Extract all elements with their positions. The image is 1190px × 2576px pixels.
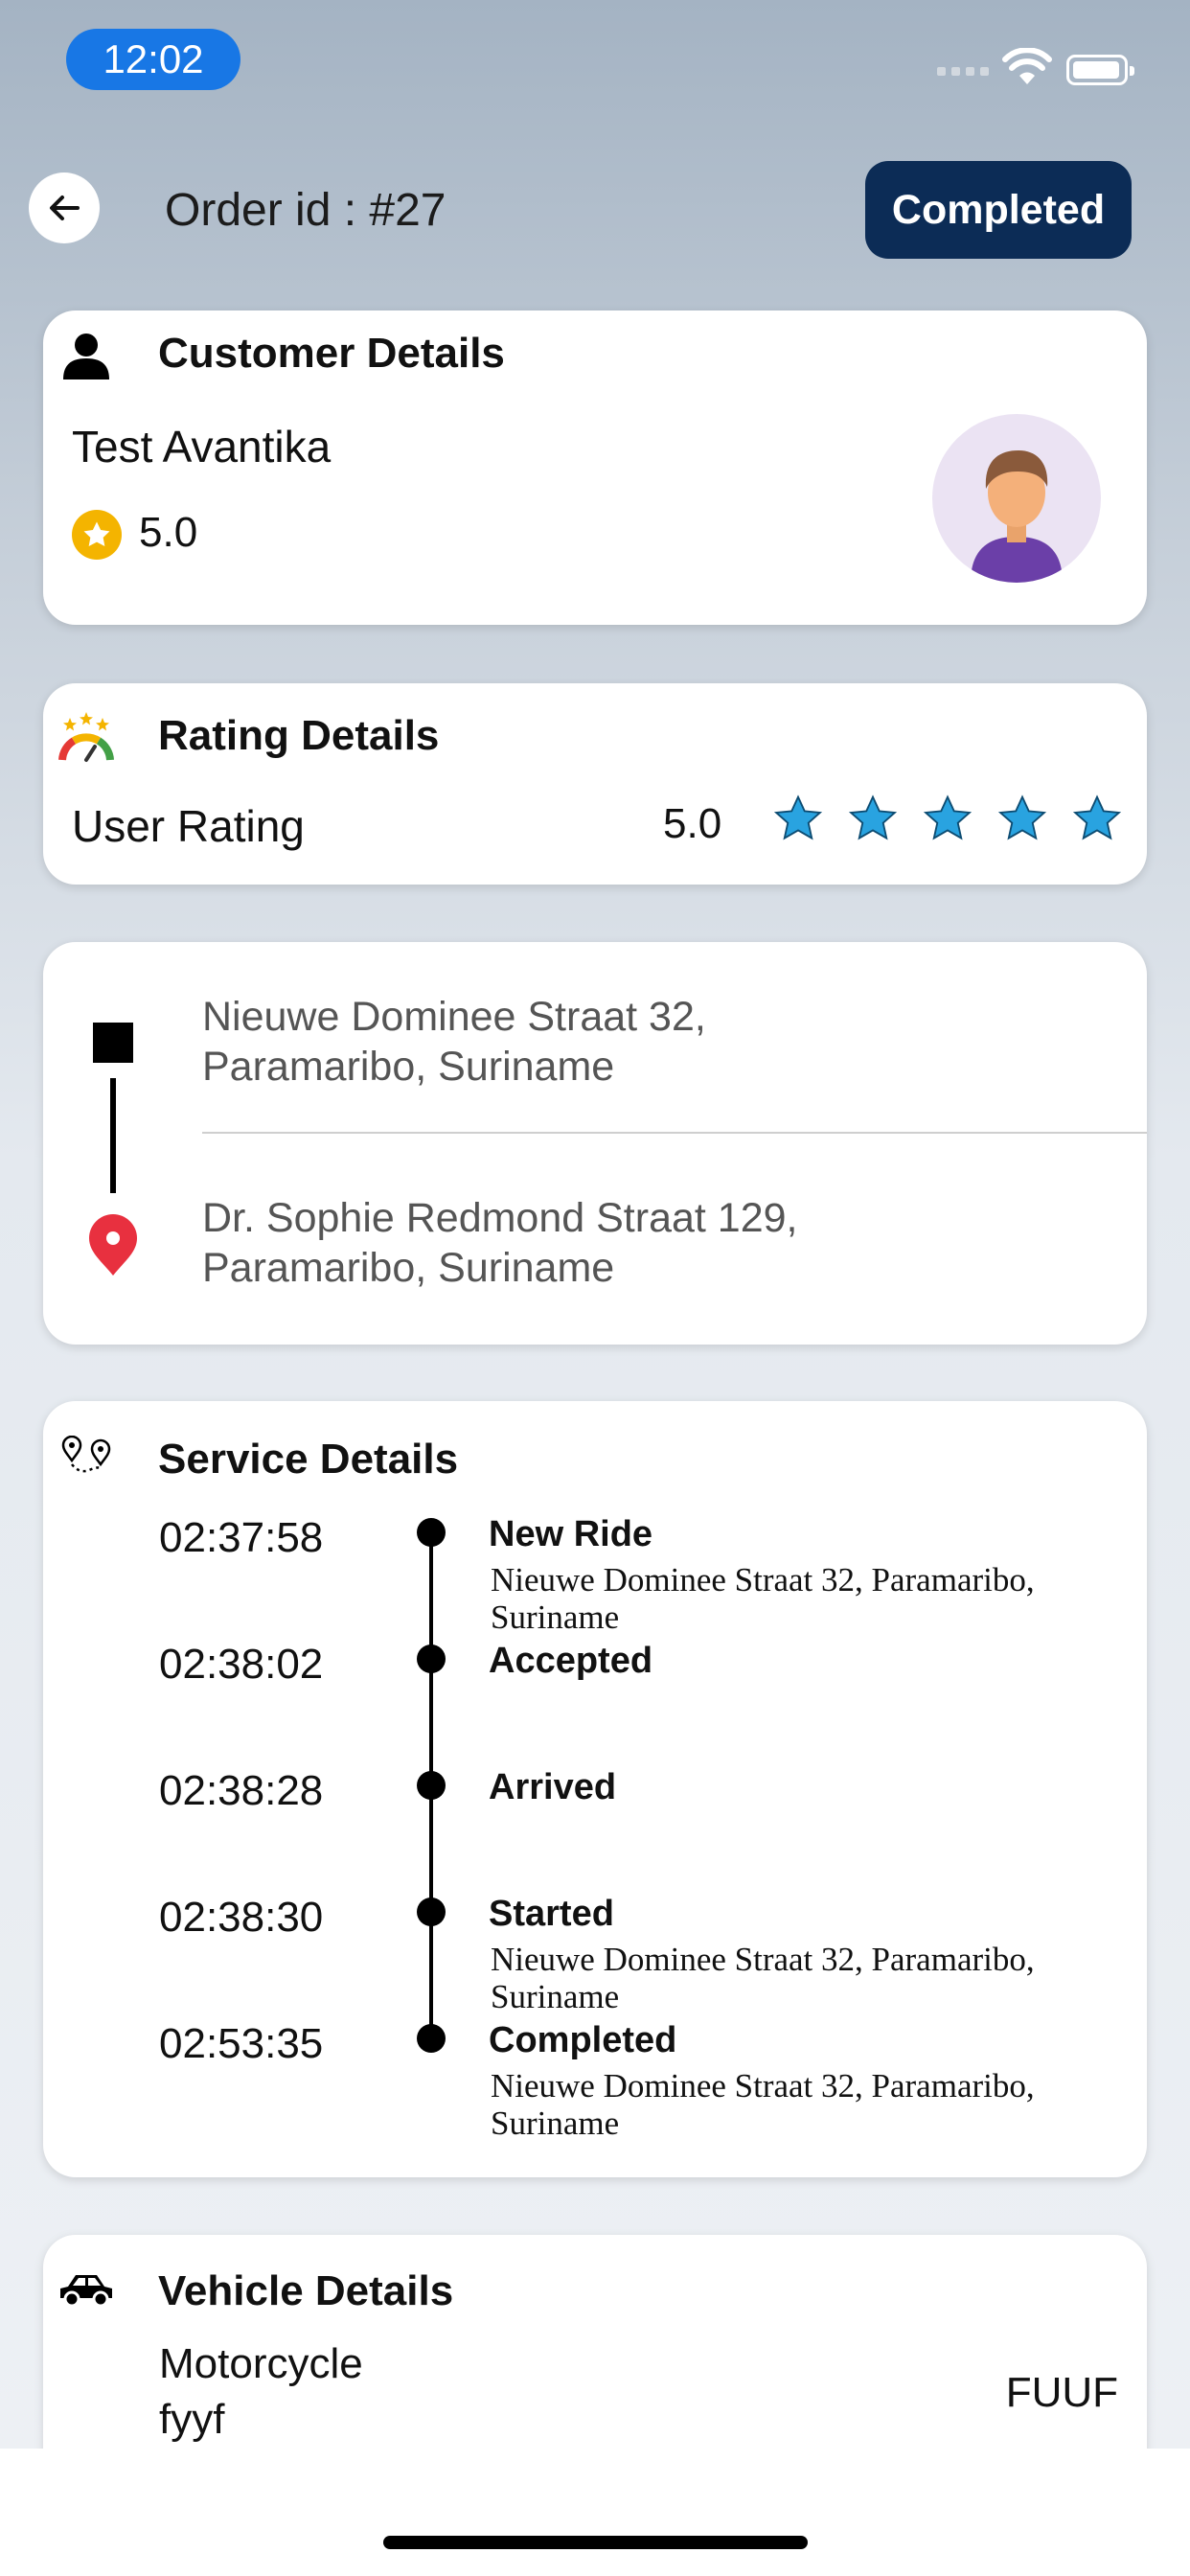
rating-details-title: Rating Details: [158, 712, 440, 759]
vehicle-plate: FUUF: [1005, 2369, 1118, 2416]
vehicle-details-title: Vehicle Details: [158, 2267, 454, 2314]
pickup-square-icon: [93, 1023, 133, 1063]
service-details-title: Service Details: [158, 1436, 459, 1483]
route-pins-icon: [61, 1436, 111, 1473]
timeline-title: Arrived: [489, 1767, 617, 1807]
vehicle-type: Motorcycle: [159, 2340, 363, 2387]
back-button[interactable]: [29, 172, 100, 243]
pickup-address-line1: Nieuwe Dominee Straat 32,: [202, 994, 706, 1040]
rating-gauge-icon: [58, 712, 114, 762]
status-time: 12:02: [66, 29, 240, 90]
dropoff-address-line1: Dr. Sophie Redmond Straat 129,: [202, 1195, 798, 1241]
status-button[interactable]: Completed: [865, 161, 1132, 259]
timeline-dot: [417, 1644, 446, 1673]
home-indicator[interactable]: [383, 2536, 808, 2549]
customer-details-card: Customer Details Test Avantika 5.0: [43, 310, 1147, 625]
person-icon: [63, 334, 109, 380]
service-details-card: Service Details 02:37:58 New Ride Nieuwe…: [43, 1401, 1147, 2177]
car-icon: [60, 2275, 112, 2308]
order-title: Order id : #27: [165, 185, 446, 236]
star-icon: [848, 794, 898, 840]
rating-star-icon: [72, 510, 122, 560]
timeline-title: New Ride: [489, 1514, 653, 1554]
timeline-dot: [417, 1518, 446, 1547]
star-icon: [1072, 794, 1122, 840]
bottom-safe-area: [0, 2449, 1190, 2576]
route-card: Nieuwe Dominee Straat 32, Paramaribo, Su…: [43, 942, 1147, 1345]
battery-icon: [1066, 55, 1134, 85]
route-connector-line: [110, 1078, 116, 1193]
timeline-address: Nieuwe Dominee Straat 32, Paramaribo, Su…: [491, 2067, 1035, 2142]
timeline-time: 02:38:30: [159, 1894, 324, 1941]
timeline-title: Started: [489, 1894, 614, 1934]
dropoff-address: Dr. Sophie Redmond Straat 129, Paramarib…: [202, 1193, 797, 1293]
wifi-icon: [1002, 48, 1052, 84]
timeline-address: Nieuwe Dominee Straat 32, Paramaribo, Su…: [491, 1941, 1035, 2015]
customer-avatar: [932, 414, 1101, 583]
customer-details-title: Customer Details: [158, 330, 505, 377]
route-divider: [202, 1132, 1147, 1134]
dropoff-address-line2: Paramaribo, Suriname: [202, 1245, 615, 1291]
rating-stars: [771, 793, 1124, 846]
star-icon: [923, 794, 973, 840]
timeline-dot: [417, 1771, 446, 1800]
cellular-signal-icon: [937, 67, 989, 76]
location-pin-icon: [89, 1214, 137, 1276]
timeline-time: 02:53:35: [159, 2020, 324, 2067]
timeline-dot: [417, 1898, 446, 1926]
status-bar: 12:02: [0, 0, 1190, 125]
back-arrow-icon: [50, 196, 80, 220]
star-icon: [773, 794, 823, 840]
user-rating-label: User Rating: [72, 801, 305, 851]
timeline-title: Accepted: [489, 1641, 653, 1681]
customer-name: Test Avantika: [72, 422, 332, 472]
header: Order id : #27 Completed: [0, 153, 1190, 268]
timeline-address: Nieuwe Dominee Straat 32, Paramaribo, Su…: [491, 1561, 1035, 1636]
timeline-time: 02:38:02: [159, 1641, 324, 1688]
pickup-address: Nieuwe Dominee Straat 32, Paramaribo, Su…: [202, 992, 706, 1092]
timeline-time: 02:38:28: [159, 1767, 324, 1814]
rating-details-card: Rating Details User Rating 5.0: [43, 683, 1147, 885]
customer-rating: 5.0: [139, 509, 198, 556]
timeline-title: Completed: [489, 2020, 677, 2060]
star-icon: [997, 794, 1047, 840]
vehicle-model: fyyf: [159, 2396, 225, 2443]
pickup-address-line2: Paramaribo, Suriname: [202, 1044, 615, 1090]
timeline-dot: [417, 2024, 446, 2053]
user-rating-value: 5.0: [663, 800, 722, 847]
timeline-time: 02:37:58: [159, 1514, 324, 1561]
